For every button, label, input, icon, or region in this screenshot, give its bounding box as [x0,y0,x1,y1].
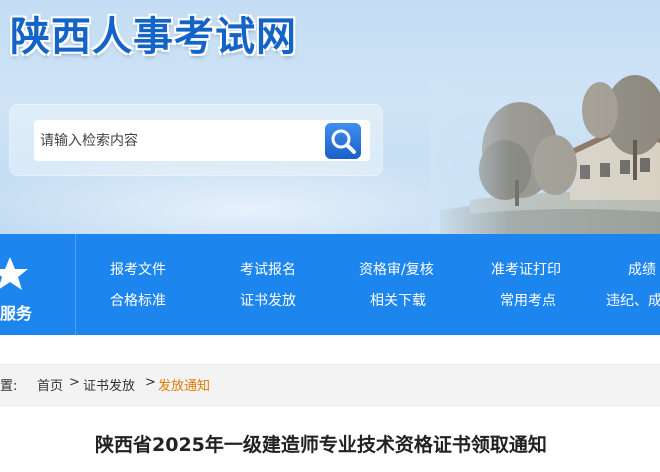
nav-item-exam-documents[interactable]: 报考文件 [110,259,166,279]
breadcrumb: 置: 首页 > 证书发放 > 发放通知 [0,364,660,406]
nav-item-certificate-issuance[interactable]: 证书发放 [240,290,296,310]
site-title: 陕西人事考试网 [10,14,297,60]
breadcrumb-separator: > [145,375,156,390]
service-block[interactable]: 服务 [0,234,76,335]
search-box [34,120,370,161]
breadcrumb-certificate-issuance[interactable]: 证书发放 [83,375,135,394]
service-label: 服务 [0,304,33,323]
nav-item-admission-ticket[interactable]: 准考证打印 [491,259,561,279]
breadcrumb-current: 发放通知 [158,379,211,394]
search-icon [331,129,356,154]
search-panel [10,105,382,175]
header-banner: 陕西人事考试网 [0,0,660,234]
nav-item-downloads[interactable]: 相关下载 [370,290,426,310]
nav-item-passing-standards[interactable]: 合格标准 [110,290,166,310]
search-button[interactable] [325,123,361,159]
nav-item-scores[interactable]: 成绩 [628,259,656,279]
breadcrumb-home[interactable]: 首页 [37,375,63,394]
breadcrumb-prefix: 置: [0,379,18,394]
search-input[interactable] [40,126,320,155]
star-icon [0,257,28,290]
main-nav: 服务 报考文件 考试报名 资格审/复核 准考证打印 成绩 合格标准 证书发放 相… [0,234,660,335]
nav-item-exam-sites[interactable]: 常用考点 [500,290,556,310]
nav-item-qualification-review[interactable]: 资格审/复核 [359,259,434,279]
nav-item-exam-registration[interactable]: 考试报名 [240,259,296,279]
article-title: 陕西省2025年一级建造师专业技术资格证书领取通知 [95,434,547,456]
breadcrumb-separator: > [69,375,80,390]
nav-item-violations[interactable]: 违纪、成 [606,290,660,310]
